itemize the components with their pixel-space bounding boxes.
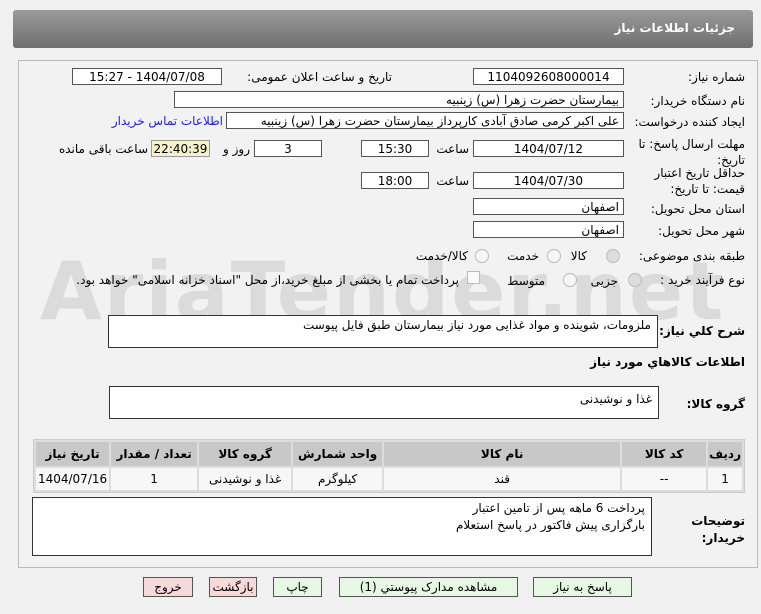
deadline-date-field: 1404/07/12 (473, 140, 624, 157)
city-field: اصفهان (473, 221, 624, 238)
validity-time-label: ساعت (436, 174, 469, 188)
attachments-button[interactable]: مشاهده مدارک پیوستي (1) (339, 577, 518, 597)
process-minor-label: جزیی (590, 274, 618, 288)
buyer-label: نام دستگاه خریدار: (650, 94, 746, 108)
col-date: تاریخ نیاز (36, 442, 110, 466)
goods-table: ردیف کد کالا نام کالا واحد شمارش گروه کا… (33, 439, 745, 493)
province-field: اصفهان (473, 198, 624, 215)
category-radio-goods[interactable] (606, 249, 620, 263)
process-label: نوع فرآیند خرید : (660, 273, 745, 287)
col-unit: واحد شمارش (293, 442, 383, 466)
process-medium-label: متوسط (507, 274, 545, 288)
notes-line: بارگزاری پیش فاکتور در پاسخ استعلام (455, 518, 645, 532)
days-label: روز و (223, 142, 250, 156)
reply-button[interactable]: پاسخ به نیاز (533, 577, 632, 597)
print-button[interactable]: چاپ (273, 577, 322, 597)
col-name: نام کالا (384, 442, 621, 466)
cell-unit: کیلوگرم (293, 468, 383, 490)
table-row: 1 -- قند کیلوگرم غذا و نوشیدنی 1 1404/07… (36, 468, 742, 490)
col-group: گروه کالا (199, 442, 292, 466)
announce-field: 1404/07/08 - 15:27 (72, 68, 222, 85)
cell-quantity: 1 (111, 468, 198, 490)
col-row: ردیف (708, 442, 742, 466)
table-header-row: ردیف کد کالا نام کالا واحد شمارش گروه کا… (36, 442, 742, 466)
notes-label: توضیحات خریدار: (691, 514, 745, 545)
days-field: 3 (254, 140, 322, 157)
announce-label: تاریخ و ساعت اعلان عمومی: (247, 70, 392, 84)
notes-field[interactable]: پرداخت 6 ماهه پس از تامین اعتبار بارگزار… (32, 497, 652, 556)
goods-group-field[interactable]: غذا و نوشیدنی (109, 386, 659, 419)
category-radio-goods-service[interactable] (475, 249, 489, 263)
cell-name: قند (384, 468, 621, 490)
validity-date-field: 1404/07/30 (473, 172, 624, 189)
page-header: جزئیات اطلاعات نیاز (13, 10, 753, 48)
need-number-label: شماره نیاز: (688, 70, 745, 84)
category-label: طبقه بندی موضوعی: (638, 249, 745, 263)
process-radio-minor[interactable] (628, 273, 642, 287)
category-radio-service[interactable] (547, 249, 561, 263)
remaining-time-field: 22:40:39 (151, 140, 210, 157)
col-quantity: تعداد / مقدار (111, 442, 198, 466)
creator-label: ایجاد کننده درخواست: (634, 115, 745, 129)
deadline-time-label: ساعت (436, 142, 469, 156)
category-goods-service-label: کالا/خدمت (415, 249, 468, 263)
goods-group-label: گروه کالا: (686, 397, 745, 411)
deadline-label: مهلت ارسال پاسخ: تا تاریخ: (638, 137, 745, 167)
back-button[interactable]: بازگشت (209, 577, 257, 597)
category-goods-label: کالا (570, 249, 587, 263)
cell-row: 1 (708, 468, 742, 490)
description-label: شرح کلي نياز: (659, 324, 745, 338)
validity-label: حداقل تاریخ اعتبار قیمت: تا تاریخ: (654, 166, 745, 196)
cell-code: -- (622, 468, 707, 490)
page-title: جزئیات اطلاعات نیاز (614, 21, 735, 35)
treasury-checkbox[interactable] (467, 271, 480, 284)
payment-note: پرداخت تمام یا بخشی از مبلغ خرید،از محل … (76, 273, 459, 287)
deadline-time-field: 15:30 (361, 140, 429, 157)
category-service-label: خدمت (507, 249, 539, 263)
cell-group: غذا و نوشیدنی (199, 468, 292, 490)
contact-buyer-link[interactable]: اطلاعات تماس خریدار (112, 114, 223, 128)
remaining-label: ساعت باقی مانده (58, 142, 148, 156)
buyer-field: بیمارستان حضرت زهرا (س) زینبیه (174, 91, 624, 108)
col-code: کد کالا (622, 442, 707, 466)
process-radio-medium[interactable] (563, 273, 577, 287)
notes-line: پرداخت 6 ماهه پس از تامین اعتبار (472, 501, 645, 515)
creator-field: علی اکبر کرمی صادق آبادی کارپرداز بیمارس… (226, 112, 624, 129)
exit-button[interactable]: خروج (143, 577, 193, 597)
description-field[interactable]: ملزومات، شوینده و مواد غذایی مورد نیاز ب… (108, 315, 658, 348)
goods-info-title: اطلاعات کالاهاي مورد نياز (590, 355, 745, 369)
need-number-field: 1104092608000014 (473, 68, 624, 85)
cell-date: 1404/07/16 (36, 468, 110, 490)
validity-time-field: 18:00 (361, 172, 429, 189)
province-label: استان محل تحویل: (650, 202, 745, 216)
city-label: شهر محل تحویل: (658, 224, 745, 238)
